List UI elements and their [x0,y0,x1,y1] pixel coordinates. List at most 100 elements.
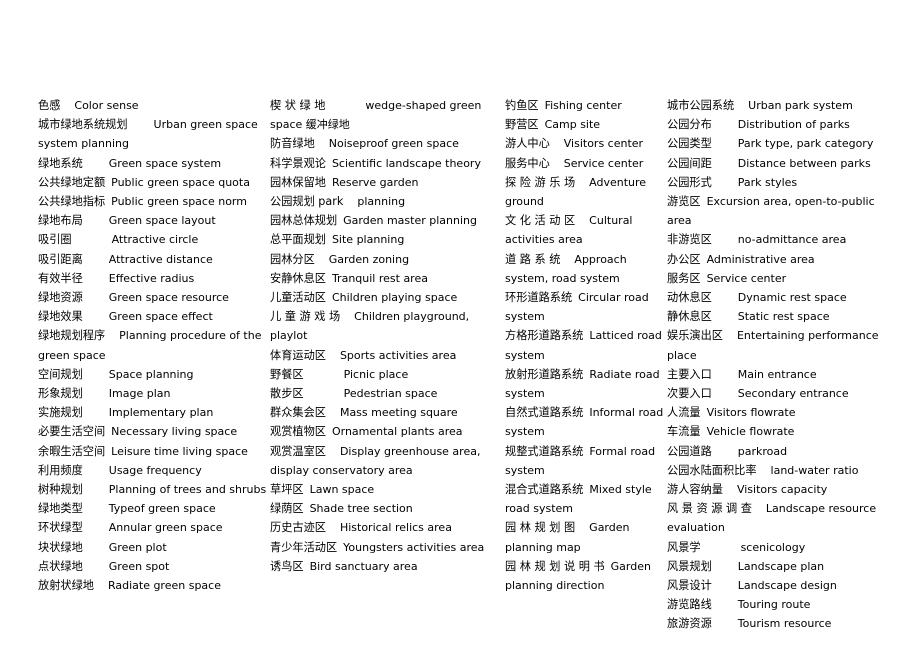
term-english: Children playing space [331,291,458,305]
term-english: Site planning [331,233,405,247]
term-chinese: 余暇生活空间 [38,444,106,458]
glossary-entry: 形象规划 Image plan [38,384,270,403]
glossary-entry: 文 化 活 动 区 Cultural activities area [505,211,667,249]
term-chinese: 点状绿地 [38,559,83,573]
term-english: Service center [706,271,787,285]
glossary-entry: 绿荫区 Shade tree section [270,499,505,518]
term-english: Annular green space [108,521,223,535]
term-chinese: 探 险 游 乐 场 [505,175,576,189]
glossary-entry: 绿地类型 Typeof green space [38,499,270,518]
glossary-entry: 总平面规划 Site planning [270,230,505,249]
glossary-entry: 风景设计 Landscape design [667,576,886,595]
term-chinese: 必要生活空间 [38,425,106,439]
glossary-entry: 城市公园系统 Urban park system [667,96,886,115]
term-english: Main entrance [737,367,817,381]
glossary-entry: 办公区 Administrative area [667,250,886,269]
term-chinese: 历史古迹区 [270,521,326,535]
term-chinese: 绿地系统 [38,156,83,170]
term-english: Radiate green space [107,579,221,593]
glossary-entry: 道 路 系 统 Approach system, road system [505,250,667,288]
term-english: Reserve garden [331,175,419,189]
term-english: parkroad [737,444,788,458]
glossary-entry: 散步区 Pedestrian space [270,384,505,403]
glossary-entry: 公园道路 parkroad [667,442,886,461]
glossary-entry: 空间规划 Space planning [38,365,270,384]
term-english: Scientific landscape theory [331,156,481,170]
term-chinese: 观赏植物区 [270,425,326,439]
glossary-entry: 野营区 Camp site [505,115,667,134]
term-english: Shade tree section [309,502,413,516]
term-chinese: 总平面规划 [270,233,326,247]
glossary-entry: 静休息区 Static rest space [667,307,886,326]
term-chinese: 园 林 规 划 说 明 书 [505,559,605,573]
term-chinese: 公园分布 [667,118,712,132]
term-chinese: 城市公园系统 [667,99,735,112]
glossary-entry: 动休息区 Dynamic rest space [667,288,886,307]
glossary-entry: 公共绿地指标 Public green space norm [38,192,270,211]
term-chinese: 体育运动区 [270,348,326,362]
term-chinese: 公园间距 [667,156,712,170]
term-chinese: 野营区 [505,118,539,132]
glossary-entry: 群众集会区 Mass meeting square [270,403,505,422]
glossary-entry: 野餐区 Picnic place [270,365,505,384]
term-english: planning [357,195,406,209]
term-chinese: 风景设计 [667,579,712,593]
term-english: Space planning [108,367,194,381]
term-chinese: 游览区 [667,195,701,209]
glossary-column: 色感 Color sense 城市绿地系统规划 Urban green space s… [38,96,270,595]
glossary-entry: 娱乐演出区 Entertaining performance place [667,326,886,364]
term-chinese: 吸引距离 [38,252,83,266]
glossary-entry: 风 景 资 源 调 查 Landscape resource evaluation [667,499,886,537]
glossary-entry: 吸引圈 Attractive circle [38,230,270,249]
term-chinese: 公共绿地定额 [38,175,106,189]
term-english: Camp site [544,118,601,132]
term-english: Green space system [108,156,222,170]
term-chinese: 园林保留地 [270,175,326,189]
term-english: Sports activities area [339,348,457,362]
glossary-entry: 方格形道路系统 Latticed road system [505,326,667,364]
term-chinese: 非游览区 [667,233,712,247]
glossary-entry: 环状绿型 Annular green space [38,518,270,537]
term-chinese: 儿 童 游 戏 场 [270,310,341,324]
term-english: Distribution of parks [737,118,850,132]
glossary-entry: 服务中心 Service center [505,154,667,173]
glossary-entry: 游览区 Excursion area, open-to-public area [667,192,886,230]
term-chinese: 形象规划 [38,387,83,401]
glossary-entry: 非游览区 no-admittance area [667,230,886,249]
glossary-entry: 放射状绿地 Radiate green space [38,576,270,595]
term-chinese: 块状绿地 [38,540,83,554]
glossary-entry: 次要入口 Secondary entrance [667,384,886,403]
term-english: Green space resource [108,291,229,305]
glossary-columns: 色感 Color sense 城市绿地系统规划 Urban green space s… [38,96,886,634]
term-chinese: 绿荫区 [270,502,304,516]
term-chinese: 实施规划 [38,406,83,420]
term-chinese: 放射形道路系统 [505,367,584,381]
glossary-entry: 旅游资源 Tourism resource [667,614,886,633]
term-english: Tranquil rest area [331,271,428,285]
glossary-entry: 色感 Color sense [38,96,270,115]
term-english: Attractive distance [108,252,213,266]
term-chinese: 服务中心 [505,156,550,170]
term-english: Image plan [108,387,171,401]
term-english: Picnic place [343,367,409,381]
term-chinese: 吸引圈 [38,233,72,247]
term-english: Green space layout [108,214,216,228]
glossary-entry: 观赏植物区 Ornamental plants area [270,422,505,441]
term-chinese: 方格形道路系统 [505,329,584,343]
term-chinese: 公园水陆面积比率 [667,463,757,477]
glossary-entry: 放射形道路系统 Radiate road system [505,365,667,403]
glossary-entry: 草坪区 Lawn space [270,480,505,499]
term-chinese: 野餐区 [270,367,304,381]
term-english: Park type, park category [737,137,874,151]
term-chinese: 风景学 [667,540,701,554]
term-chinese: 钓鱼区 [505,99,539,112]
term-english: Attractive circle [111,233,199,247]
glossary-entry: 绿地布局 Green space layout [38,211,270,230]
term-chinese: 诱鸟区 [270,559,304,573]
term-chinese: 公园类型 [667,137,712,151]
term-chinese: 公园形式 [667,175,712,189]
term-chinese: 群众集会区 [270,406,326,420]
term-chinese: 公园规划 park [270,195,344,209]
glossary-entry: 绿地规划程序 Planning procedure of the green sp… [38,326,270,364]
term-english: Garden zoning [328,252,410,266]
